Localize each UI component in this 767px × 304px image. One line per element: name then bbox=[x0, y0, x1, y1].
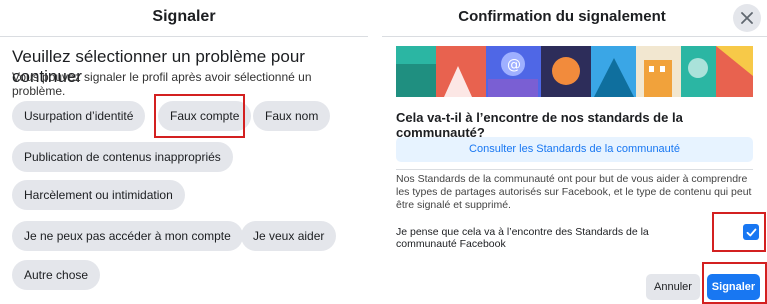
confirmation-title: Confirmation du signalement bbox=[458, 8, 666, 25]
option-harassment[interactable]: Harcèlement ou intimidation bbox=[12, 180, 185, 210]
option-fake-name[interactable]: Faux nom bbox=[253, 101, 331, 131]
report-panel: Signaler Veuillez sélectionner un problè… bbox=[0, 0, 368, 304]
cancel-button[interactable]: Annuler bbox=[646, 274, 700, 300]
option-other[interactable]: Autre chose bbox=[12, 260, 101, 290]
submit-report-button[interactable]: Signaler bbox=[707, 274, 760, 300]
divider bbox=[0, 36, 368, 37]
agree-label: Je pense que cela va à l’encontre des St… bbox=[396, 226, 649, 250]
view-standards-button[interactable]: Consulter les Standards de la communauté bbox=[396, 137, 753, 162]
option-inappropriate-content[interactable]: Publication de contenus inappropriés bbox=[12, 142, 233, 172]
report-title: Signaler bbox=[152, 8, 216, 25]
agree-checkbox[interactable] bbox=[743, 224, 759, 240]
svg-text:@: @ bbox=[507, 57, 521, 73]
option-want-help[interactable]: Je veux aider bbox=[241, 221, 337, 251]
selection-highlight bbox=[154, 94, 245, 138]
confirmation-panel: Confirmation du signalement @ Cela va-t-… bbox=[382, 0, 767, 304]
close-button[interactable] bbox=[733, 4, 761, 32]
standards-description: Nos Standards de la communauté ont pour … bbox=[396, 173, 752, 211]
standards-question: Cela va-t-il à l’encontre de nos standar… bbox=[396, 110, 683, 140]
close-icon bbox=[741, 12, 753, 24]
divider bbox=[396, 169, 753, 170]
checkmark-icon bbox=[746, 228, 756, 236]
community-banner-illustration: @ bbox=[396, 46, 753, 97]
option-account-access[interactable]: Je ne peux pas accéder à mon compte bbox=[12, 221, 243, 251]
divider bbox=[382, 36, 767, 37]
option-impersonation[interactable]: Usurpation d’identité bbox=[12, 101, 146, 131]
